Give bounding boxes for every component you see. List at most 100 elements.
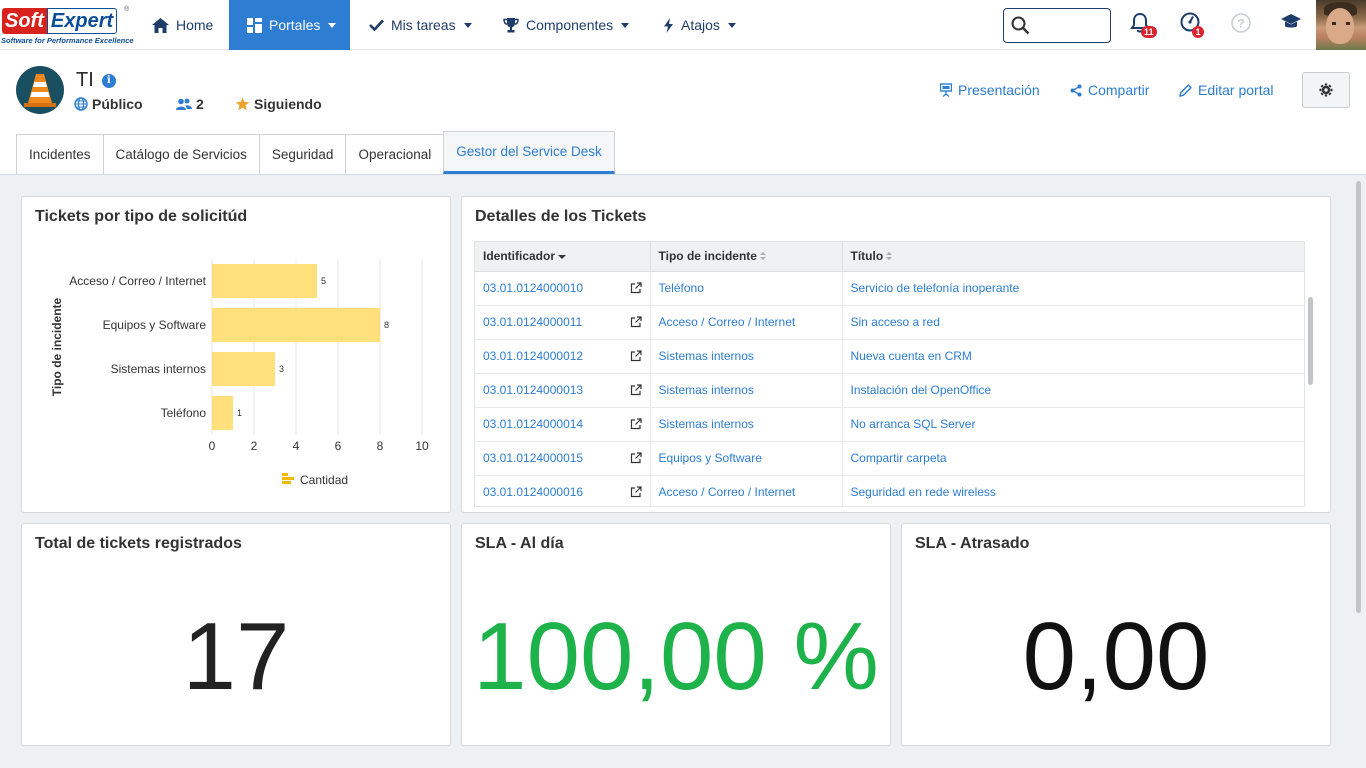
tab-seguridad[interactable]: Seguridad <box>258 134 347 174</box>
ticket-id-link[interactable]: 03.01.0124000010 <box>483 281 583 295</box>
cell-identificador[interactable]: 03.01.0124000010 <box>475 271 651 306</box>
cell-titulo[interactable]: Sin acceso a red <box>842 305 1304 340</box>
x-tick-label: 2 <box>251 439 258 453</box>
portal-title-text: TI <box>76 69 94 91</box>
data-label: 1 <box>237 408 242 418</box>
cell-titulo[interactable]: Instalación del OpenOffice <box>842 373 1304 408</box>
ticket-id-link[interactable]: 03.01.0124000013 <box>483 383 583 397</box>
x-tick-label: 6 <box>335 439 342 453</box>
data-label: 3 <box>279 364 284 374</box>
cell-tipo-incidente[interactable]: Acceso / Correo / Internet <box>650 475 843 506</box>
external-link-icon[interactable] <box>630 384 642 396</box>
sla-late-panel: SLA - Atrasado 0,00 <box>901 523 1331 746</box>
ticket-id-link[interactable]: 03.01.0124000016 <box>483 485 583 499</box>
x-tick-label: 8 <box>377 439 384 453</box>
external-link-icon[interactable] <box>630 452 642 464</box>
edit-portal-button[interactable]: Editar portal <box>1179 82 1273 98</box>
share-button[interactable]: Compartir <box>1070 82 1149 98</box>
user-avatar[interactable] <box>1316 0 1366 50</box>
tab-operacional[interactable]: Operacional <box>345 134 445 174</box>
bar <box>212 264 317 298</box>
portal-members-count: 2 <box>196 96 204 112</box>
nav-home[interactable]: Home <box>152 0 226 50</box>
sort-icon <box>759 252 768 262</box>
nav-portales[interactable]: Portales <box>229 0 350 50</box>
cell-tipo-incidente[interactable]: Equipos y Software <box>650 441 843 476</box>
external-link-icon[interactable] <box>630 486 642 498</box>
bar <box>212 308 380 342</box>
star-icon <box>235 97 250 111</box>
ticket-id-link[interactable]: 03.01.0124000014 <box>483 417 583 431</box>
ticket-id-link[interactable]: 03.01.0124000011 <box>483 315 582 329</box>
cell-identificador[interactable]: 03.01.0124000013 <box>475 373 651 408</box>
column-header-titulo[interactable]: Título <box>842 242 1304 272</box>
nav-componentes[interactable]: Componentes <box>503 0 630 50</box>
tasks-button[interactable]: 1 <box>1180 12 1206 38</box>
portal-members[interactable]: 2 <box>176 96 204 112</box>
softexpert-logo[interactable]: Soft Expert ® Software for Performance E… <box>0 6 134 46</box>
portal-title: TI i <box>76 69 116 92</box>
ticket-id-link[interactable]: 03.01.0124000015 <box>483 451 583 465</box>
y-axis-label: Tipo de incidente <box>50 297 64 396</box>
table-row[interactable]: 03.01.0124000012 Sistemas internos Nueva c… <box>475 339 1304 374</box>
portal-follow-status[interactable]: Siguiendo <box>235 96 322 112</box>
info-icon[interactable]: i <box>101 73 116 88</box>
learning-button[interactable] <box>1280 12 1306 38</box>
page-scrollbar[interactable] <box>1354 175 1364 768</box>
cell-titulo[interactable]: Servicio de telefonía inoperante <box>842 271 1304 306</box>
cell-identificador[interactable]: 03.01.0124000011 <box>475 305 651 340</box>
help-button[interactable]: ? <box>1230 12 1256 38</box>
presentation-button[interactable]: Presentación <box>940 82 1040 98</box>
tickets-table-container: Identificador Tipo de incidente Título 0… <box>474 241 1305 507</box>
cell-titulo[interactable]: Seguridad en rede wireless <box>842 475 1304 506</box>
tab-incidentes[interactable]: Incidentes <box>16 134 104 174</box>
cell-identificador[interactable]: 03.01.0124000012 <box>475 339 651 374</box>
chart-panel-title: Tickets por tipo de solicitúd <box>35 208 248 225</box>
cell-tipo-incidente[interactable]: Teléfono <box>650 271 843 306</box>
tickets-table: Identificador Tipo de incidente Título 0… <box>475 242 1304 506</box>
page-scrollbar-thumb[interactable] <box>1356 181 1361 613</box>
cell-titulo[interactable]: Compartir carpeta <box>842 441 1304 476</box>
external-link-icon[interactable] <box>630 316 642 328</box>
nav-mis-tareas[interactable]: Mis tareas <box>369 0 472 50</box>
external-link-icon[interactable] <box>630 282 642 294</box>
check-icon <box>369 19 384 31</box>
table-row[interactable]: 03.01.0124000016 Acceso / Correo / Intern… <box>475 475 1304 506</box>
table-row[interactable]: 03.01.0124000013 Sistemas internos Instala… <box>475 373 1304 408</box>
table-row[interactable]: 03.01.0124000015 Equipos y Software Compar… <box>475 441 1304 476</box>
category-label: Equipos y Software <box>103 318 207 332</box>
table-scrollbar[interactable] <box>1308 297 1313 385</box>
portal-settings-button[interactable] <box>1302 72 1350 108</box>
grid-icon <box>247 17 262 33</box>
table-row[interactable]: 03.01.0124000011 Acceso / Correo / Intern… <box>475 305 1304 340</box>
notifications-button[interactable]: 11 <box>1130 12 1157 38</box>
nav-atajos[interactable]: Atajos <box>663 0 736 50</box>
portal-header: TI i Público 2 Siguiendo Presentación Co… <box>0 50 1366 175</box>
cell-identificador[interactable]: 03.01.0124000014 <box>475 407 651 442</box>
table-row[interactable]: 03.01.0124000014 Sistemas internos No arra… <box>475 407 1304 442</box>
cell-titulo[interactable]: Nueva cuenta en CRM <box>842 339 1304 374</box>
external-link-icon[interactable] <box>630 350 642 362</box>
nav-home-label: Home <box>176 17 214 33</box>
column-header-identificador[interactable]: Identificador <box>475 242 651 272</box>
table-row[interactable]: 03.01.0124000010 Teléfono Servicio de tele… <box>475 271 1304 306</box>
ticket-id-link[interactable]: 03.01.0124000012 <box>483 349 583 363</box>
dashboard-content: Tickets por tipo de solicitúd 0 2 4 6 8 10 Acc… <box>0 175 1366 768</box>
column-header-tipo-incidente[interactable]: Tipo de incidente <box>650 242 843 272</box>
cell-tipo-incidente[interactable]: Sistemas internos <box>650 373 843 408</box>
cell-titulo[interactable]: No arranca SQL Server <box>842 407 1304 442</box>
search-field[interactable] <box>1003 8 1111 43</box>
nav-componentes-label: Componentes <box>526 17 614 33</box>
cell-tipo-incidente[interactable]: Sistemas internos <box>650 339 843 374</box>
tab-gestor-service-desk[interactable]: Gestor del Service Desk <box>443 131 615 174</box>
cell-identificador[interactable]: 03.01.0124000015 <box>475 441 651 476</box>
cell-tipo-incidente[interactable]: Acceso / Correo / Internet <box>650 305 843 340</box>
cell-identificador[interactable]: 03.01.0124000016 <box>475 475 651 506</box>
external-link-icon[interactable] <box>630 418 642 430</box>
logo-tagline: Software for Performance Excellence <box>1 36 134 45</box>
search-input[interactable] <box>1034 15 1106 36</box>
cell-tipo-incidente[interactable]: Sistemas internos <box>650 407 843 442</box>
total-tickets-title: Total de tickets registrados <box>35 535 242 552</box>
gear-icon <box>1319 83 1333 97</box>
tab-catalogo-servicios[interactable]: Catálogo de Servicios <box>102 134 260 174</box>
